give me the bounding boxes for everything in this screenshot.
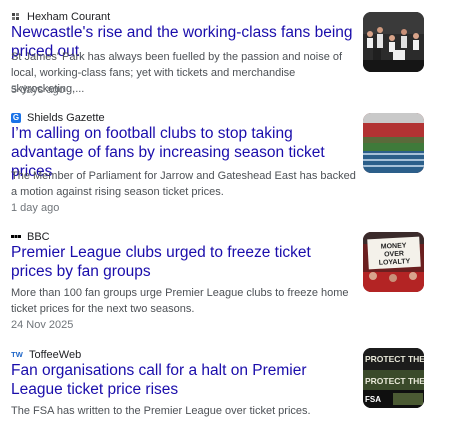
source-row: G Shields Gazette: [11, 111, 105, 125]
bbc-logo-icon: [11, 232, 21, 242]
toffeeweb-logo-letters: TW: [11, 350, 23, 360]
headline-link[interactable]: Premier League clubs urged to freeze tic…: [11, 243, 356, 281]
snippet: The FSA has written to the Premier Leagu…: [11, 405, 311, 417]
source-row: BBC: [11, 230, 50, 244]
source-name[interactable]: Shields Gazette: [27, 111, 105, 125]
article-thumbnail[interactable]: PROTECT THE FAN PROTECT THE GAME FSA: [363, 348, 424, 408]
hexham-courant-logo-icon: [11, 12, 21, 22]
article-thumbnail[interactable]: MONEY OVER LOYALTY: [363, 232, 424, 292]
article-thumbnail[interactable]: [363, 113, 424, 173]
shields-gazette-logo-letter: G: [12, 113, 20, 122]
thumb-banner-line-1: MONEY: [381, 242, 407, 250]
thumb-banner-line-1: PROTECT THE FAN: [365, 354, 424, 364]
publish-date: 24 Nov 2025: [11, 319, 74, 331]
source-row: Hexham Courant: [11, 10, 110, 24]
headline-link[interactable]: Fan organisations call for a halt on Pre…: [11, 361, 356, 399]
source-name[interactable]: Hexham Courant: [27, 10, 110, 24]
source-row: TW ToffeeWeb: [11, 348, 81, 362]
thumb-banner-line-2: OVER: [384, 250, 404, 258]
toffeeweb-logo-icon: TW: [11, 350, 23, 360]
article-thumbnail[interactable]: [363, 12, 424, 72]
snippet: The Member of Parliament for Jarrow and …: [11, 170, 356, 198]
thumb-banner-line-2: PROTECT THE GAME: [365, 376, 424, 386]
publish-date: 1 day ago: [11, 202, 60, 214]
snippet: More than 100 fan groups urge Premier Le…: [11, 287, 349, 315]
source-name[interactable]: BBC: [27, 230, 50, 244]
publish-date: 5 days ago: [11, 84, 65, 96]
source-name[interactable]: ToffeeWeb: [29, 348, 81, 362]
thumb-fsa-label: FSA: [365, 395, 381, 404]
shields-gazette-logo-icon: G: [11, 113, 21, 123]
